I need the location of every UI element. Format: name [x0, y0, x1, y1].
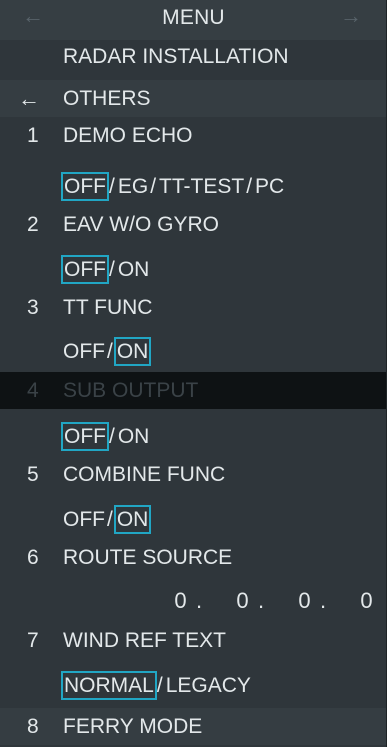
option-tt-test[interactable]: TT-TEST [159, 170, 244, 204]
menu-item-number: 8 [27, 715, 39, 738]
menu-header: ← MENU → [0, 0, 387, 40]
digit-separator: . [196, 588, 204, 613]
tt-func-options: OFF/ON [63, 335, 152, 369]
option-separator: / [109, 175, 115, 198]
option-on-selected[interactable]: ON [113, 337, 152, 366]
submenu-title: RADAR INSTALLATION [63, 45, 289, 68]
menu-item-demo-echo[interactable]: 1 DEMO ECHO [0, 117, 387, 154]
menu-item-number: 5 [27, 463, 39, 486]
option-on[interactable]: ON [118, 420, 150, 454]
menu-item-number: 3 [27, 296, 39, 319]
option-off-selected[interactable]: OFF [61, 255, 109, 284]
menu-title: MENU [162, 6, 225, 29]
digit-separator: . [258, 588, 266, 613]
option-separator: / [150, 175, 157, 198]
menu-item-number: 7 [27, 629, 39, 652]
option-on[interactable]: ON [118, 253, 150, 287]
option-off-selected[interactable]: OFF [61, 172, 109, 201]
option-off-selected[interactable]: OFF [61, 422, 109, 451]
option-off[interactable]: OFF [63, 503, 105, 537]
digit-separator: . [320, 588, 328, 613]
menu-item-number: 2 [27, 213, 39, 236]
menu-item-number: 4 [27, 379, 39, 402]
eav-wo-gyro-options: OFF / ON [61, 253, 150, 287]
menu-item-number: 6 [27, 546, 39, 569]
option-eg[interactable]: EG [118, 170, 148, 204]
sub-output-options: OFF / ON [61, 420, 150, 454]
next-menu-arrow-icon[interactable]: → [340, 5, 362, 27]
menu-item-number: 1 [27, 124, 39, 147]
option-separator: / [109, 425, 115, 448]
option-separator: / [109, 258, 115, 281]
menu-panel: ← MENU → RADAR INSTALLATION ← OTHERS 1 D… [0, 0, 387, 747]
menu-item-ferry-mode[interactable]: 8 FERRY MODE [0, 708, 387, 745]
route-source-digit[interactable]: 0 [294, 584, 316, 618]
menu-item-label: TT FUNC [63, 296, 153, 319]
menu-item-wind-ref-text[interactable]: 7 WIND REF TEXT [0, 622, 387, 659]
menu-item-sub-output: 4 SUB OUTPUT [0, 372, 387, 409]
menu-item-eav-wo-gyro[interactable]: 2 EAV W/O GYRO [0, 206, 387, 243]
menu-item-label: SUB OUTPUT [63, 379, 199, 402]
back-arrow-icon[interactable]: ← [18, 80, 40, 117]
option-pc[interactable]: PC [255, 170, 284, 204]
route-source-value[interactable]: 0.0.0.0 [170, 584, 378, 618]
back-row-label: OTHERS [63, 87, 151, 110]
option-separator: / [246, 175, 253, 198]
option-on-selected[interactable]: ON [113, 505, 152, 534]
route-source-digit[interactable]: 0 [356, 584, 378, 618]
demo-echo-options: OFF / EG/TT-TEST/PC [61, 170, 284, 204]
back-row-others[interactable]: ← OTHERS [0, 80, 387, 117]
option-separator: / [107, 508, 113, 531]
option-separator: / [156, 674, 163, 697]
menu-item-label: DEMO ECHO [63, 124, 193, 147]
option-legacy[interactable]: LEGACY [166, 669, 251, 703]
menu-item-label: EAV W/O GYRO [63, 213, 219, 236]
menu-item-label: FERRY MODE [63, 715, 203, 738]
option-normal-selected[interactable]: NORMAL [61, 671, 157, 700]
route-source-digit[interactable]: 0 [170, 584, 192, 618]
menu-item-tt-func[interactable]: 3 TT FUNC [0, 289, 387, 326]
menu-item-label: COMBINE FUNC [63, 463, 226, 486]
route-source-digit[interactable]: 0 [232, 584, 254, 618]
menu-item-combine-func[interactable]: 5 COMBINE FUNC [0, 456, 387, 493]
option-separator: / [107, 340, 113, 363]
menu-item-route-source[interactable]: 6 ROUTE SOURCE [0, 539, 387, 576]
wind-ref-text-options: NORMAL / LEGACY [61, 669, 251, 703]
combine-func-options: OFF/ON [63, 503, 152, 537]
option-off[interactable]: OFF [63, 335, 105, 369]
menu-item-label: WIND REF TEXT [63, 629, 226, 652]
menu-item-label: ROUTE SOURCE [63, 546, 233, 569]
